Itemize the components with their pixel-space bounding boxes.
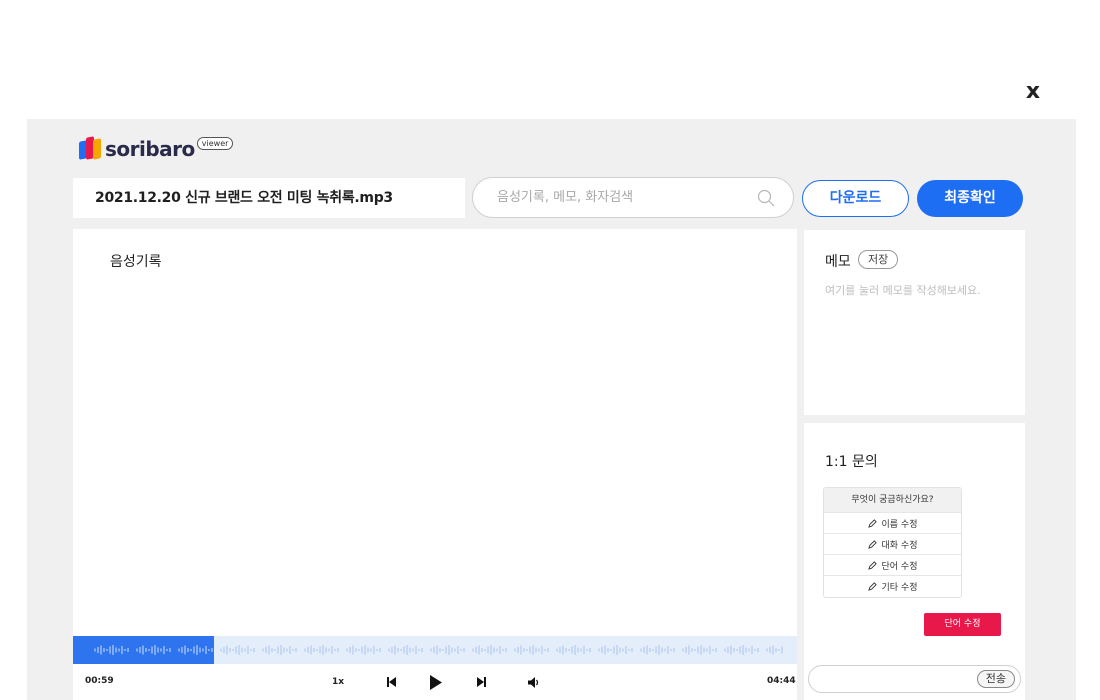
memo-title: 메모 — [825, 254, 851, 270]
faq-item-word-edit[interactable]: 단어 수정 — [824, 554, 961, 575]
faq-item-label: 대화 수정 — [881, 540, 918, 551]
pencil-icon — [867, 581, 877, 591]
final-confirm-button[interactable]: 최종확인 — [917, 180, 1023, 217]
pencil-icon — [867, 518, 877, 528]
transcript-area[interactable]: 음성기록 — [73, 229, 797, 636]
search-box — [472, 177, 794, 218]
playback-speed-button[interactable]: 1x — [330, 672, 346, 692]
logo: soribaro viewer — [79, 136, 234, 162]
inquiry-chat-input[interactable] — [821, 666, 971, 692]
faq-header: 무엇이 궁금하신가요? — [824, 488, 961, 512]
play-icon[interactable] — [426, 672, 446, 692]
word-edit-button[interactable]: 단어 수정 — [924, 613, 1001, 636]
soribaro-logo-icon — [79, 136, 101, 161]
current-time: 00:59 — [85, 676, 114, 686]
faq-item-label: 단어 수정 — [881, 561, 918, 572]
memo-panel: 메모 저장 — [804, 230, 1025, 415]
file-name: 2021.12.20 신규 브랜드 오전 미팅 녹취록.mp3 — [73, 178, 465, 218]
faq-item-other-edit[interactable]: 기타 수정 — [824, 575, 961, 596]
faq-menu: 무엇이 궁금하신가요? 이름 수정 대화 수정 단어 수정 기타 수정 — [823, 487, 962, 598]
player-controls: 00:59 1x 04:44 — [73, 664, 797, 700]
faq-item-label: 기타 수정 — [881, 582, 918, 593]
waveform-seekbar[interactable] — [73, 636, 797, 664]
logo-badge: viewer — [196, 136, 234, 150]
volume-icon[interactable] — [525, 672, 543, 692]
waveform-icon — [94, 645, 783, 655]
inquiry-panel: 1:1 문의 무엇이 궁금하신가요? 이름 수정 대화 수정 단어 수정 기타 … — [804, 423, 1025, 700]
pencil-icon — [867, 539, 877, 549]
memo-input[interactable] — [825, 282, 1015, 382]
send-button[interactable]: 전송 — [976, 670, 1015, 688]
previous-icon[interactable] — [383, 672, 399, 692]
close-button[interactable]: x — [1022, 80, 1044, 104]
search-icon[interactable] — [757, 189, 775, 207]
logo-wordmark: soribaro — [105, 137, 195, 161]
inquiry-title: 1:1 문의 — [825, 454, 878, 470]
transcript-title: 음성기록 — [110, 254, 162, 270]
faq-item-name-edit[interactable]: 이름 수정 — [824, 512, 961, 533]
search-input[interactable] — [497, 178, 757, 217]
memo-save-button[interactable]: 저장 — [858, 250, 899, 269]
pencil-icon — [867, 560, 877, 570]
faq-item-label: 이름 수정 — [881, 519, 918, 530]
total-time: 04:44 — [767, 676, 796, 686]
viewer-panel: soribaro viewer 2021.12.20 신규 브랜드 오전 미팅 … — [27, 119, 1076, 700]
download-button[interactable]: 다운로드 — [802, 180, 909, 217]
next-icon[interactable] — [473, 672, 489, 692]
faq-item-dialog-edit[interactable]: 대화 수정 — [824, 533, 961, 554]
inquiry-chat-box: 전송 — [808, 665, 1021, 693]
